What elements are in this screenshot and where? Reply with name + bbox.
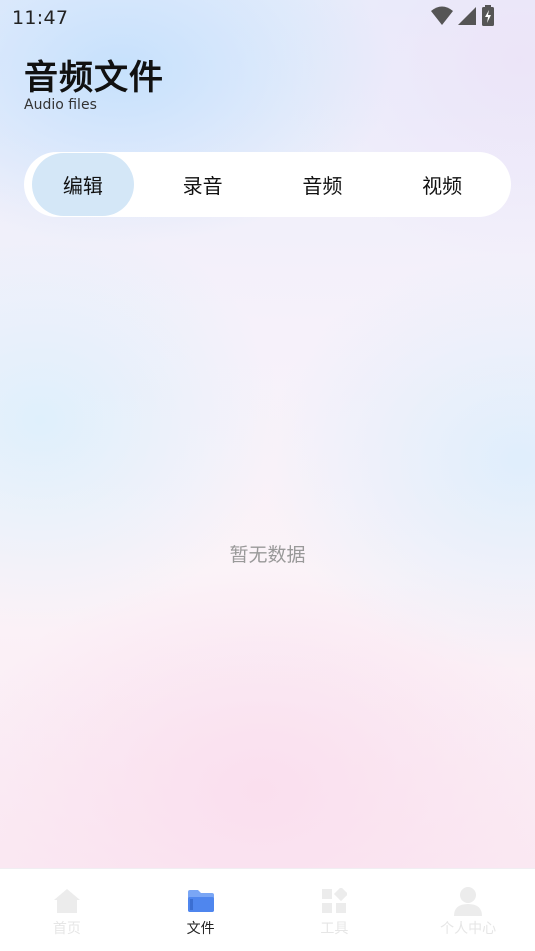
tab-video[interactable]: 视频 (391, 152, 493, 217)
tools-grid-icon (319, 887, 349, 915)
nav-item-tools[interactable]: 工具 (268, 869, 402, 951)
nav-label-tools: 工具 (320, 921, 349, 937)
nav-item-files[interactable]: 文件 (134, 869, 268, 951)
nav-label-home: 首页 (52, 921, 81, 937)
home-icon (52, 887, 82, 915)
cellular-signal-icon (457, 6, 477, 30)
battery-charging-icon (481, 5, 495, 31)
status-bar: 11:47 (0, 0, 535, 36)
folder-icon (186, 887, 216, 915)
category-tab-bar: 编辑 录音 音频 视频 (24, 152, 511, 217)
nav-item-profile[interactable]: 个人中心 (401, 869, 535, 951)
page-title: 音频文件 (24, 58, 164, 98)
status-time: 11:47 (12, 7, 69, 29)
empty-state-message: 暂无数据 (229, 544, 306, 566)
tab-edit[interactable]: 编辑 (32, 153, 134, 216)
tab-recording[interactable]: 录音 (152, 152, 254, 217)
bottom-navigation: 首页 文件 工具 个人中心 (0, 868, 535, 951)
nav-label-files: 文件 (186, 921, 215, 937)
app-screen: 11:47 音频文件 Audio files 编辑 录音 音频 视频 暂无数据 … (0, 0, 535, 951)
status-icons (431, 5, 495, 31)
tab-audio[interactable]: 音频 (272, 152, 374, 217)
page-subtitle: Audio files (24, 97, 97, 113)
wifi-icon (431, 6, 453, 30)
user-icon (453, 887, 483, 916)
nav-label-profile: 个人中心 (440, 921, 497, 937)
nav-item-home[interactable]: 首页 (0, 869, 134, 951)
